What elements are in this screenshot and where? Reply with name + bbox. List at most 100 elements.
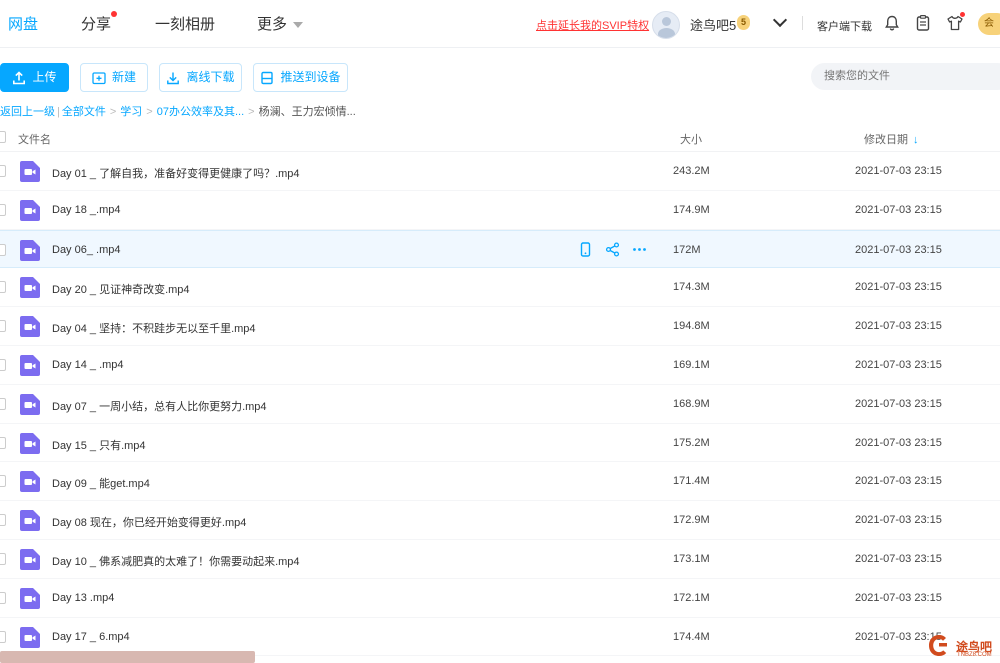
row-checkbox[interactable] — [0, 165, 6, 177]
file-name[interactable]: Day 14 _ .mp4 — [52, 359, 124, 371]
download-icon — [167, 72, 180, 84]
column-header-size[interactable]: 大小 — [680, 131, 702, 147]
file-name[interactable]: Day 09 _ 能get.mp4 — [52, 475, 150, 491]
row-checkbox[interactable] — [0, 320, 6, 333]
divider — [802, 16, 803, 30]
breadcrumb-separator: | — [57, 106, 60, 118]
offline-download-label: 离线下载 — [186, 70, 235, 84]
row-checkbox[interactable] — [0, 475, 6, 488]
nav-tab-netdisk[interactable]: 网盘 — [8, 13, 38, 34]
table-row[interactable]: Day 14 _ .mp4 169.1M 2021-07-03 23:15 — [0, 346, 1000, 385]
row-checkbox[interactable] — [0, 552, 6, 565]
file-size: 172M — [673, 243, 701, 256]
breadcrumb-item[interactable]: 学习 — [120, 106, 142, 118]
file-name[interactable]: Day 17 _ 6.mp4 — [52, 631, 130, 643]
phone-push-icon[interactable] — [578, 241, 593, 257]
file-date: 2021-07-03 23:15 — [855, 475, 942, 488]
file-size: 172.9M — [673, 514, 710, 527]
bell-icon[interactable] — [883, 14, 901, 32]
table-row[interactable]: Day 15 _ 只有.mp4 175.2M 2021-07-03 23:15 — [0, 424, 1000, 463]
video-file-icon — [20, 626, 40, 648]
new-folder-label: 新建 — [111, 70, 136, 84]
table-row[interactable]: Day 08 现在，你已经开始变得更好.mp4 172.9M 2021-07-0… — [0, 501, 1000, 540]
push-to-device-label: 推送到设备 — [280, 70, 341, 84]
row-checkbox[interactable] — [0, 243, 6, 256]
column-header-date-label: 修改日期 — [864, 134, 908, 146]
row-checkbox[interactable] — [0, 358, 6, 371]
client-download-link[interactable]: 客户端下载 — [817, 18, 872, 34]
select-all-checkbox[interactable] — [0, 131, 6, 143]
file-size: 175.2M — [673, 436, 710, 449]
file-size: 172.1M — [673, 591, 710, 604]
breadcrumb-separator: > — [146, 106, 153, 118]
file-name[interactable]: Day 20 _ 见证神奇改变.mp4 — [52, 281, 190, 297]
table-row[interactable]: Day 09 _ 能get.mp4 171.4M 2021-07-03 23:1… — [0, 462, 1000, 502]
breadcrumb-back[interactable]: 返回上一级 — [0, 106, 55, 118]
column-header-name[interactable]: 文件名 — [18, 131, 51, 147]
video-file-icon — [20, 587, 40, 609]
table-row[interactable]: Day 04 _ 坚持：不积跬步无以至千里.mp4 194.8M 2021-07… — [0, 307, 1000, 346]
push-to-device-button[interactable]: 推送到设备 — [253, 63, 348, 92]
file-name[interactable]: Day 08 现在，你已经开始变得更好.mp4 — [52, 514, 246, 530]
nav-tab-album[interactable]: 一刻相册 — [155, 13, 215, 34]
more-options-icon[interactable] — [632, 242, 647, 257]
table-row[interactable]: Day 20 _ 见证神奇改变.mp4 174.3M 2021-07-03 23… — [0, 268, 1000, 308]
file-date: 2021-07-03 23:15 — [855, 358, 942, 371]
table-row[interactable]: Day 06_ .mp4 172M 2021-07-03 23:15 — [0, 229, 1000, 269]
column-header-date[interactable]: 修改日期 ↓ — [864, 131, 919, 147]
device-icon — [261, 71, 274, 84]
table-row[interactable]: Day 07 _ 一周小结，总有人比你更努力.mp4 168.9M 2021-0… — [0, 385, 1000, 424]
row-checkbox[interactable] — [0, 397, 6, 410]
file-name[interactable]: Day 13 .mp4 — [52, 592, 114, 604]
video-file-icon — [20, 548, 40, 570]
file-size: 174.9M — [673, 203, 710, 216]
file-name[interactable]: Day 06_ .mp4 — [52, 244, 120, 256]
share-icon[interactable] — [605, 242, 620, 257]
table-row[interactable]: Day 13 .mp4 172.1M 2021-07-03 23:15 — [0, 579, 1000, 618]
chevron-down-icon[interactable] — [772, 12, 788, 28]
file-size: 169.1M — [673, 358, 710, 371]
file-date: 2021-07-03 23:15 — [855, 397, 942, 410]
avatar[interactable] — [652, 11, 680, 39]
video-file-icon — [20, 161, 40, 182]
row-checkbox[interactable] — [0, 281, 6, 294]
row-checkbox[interactable] — [0, 514, 6, 527]
svip-renew-link[interactable]: 点击延长我的SVIP特权 — [536, 17, 649, 33]
username[interactable]: 途鸟吧5 — [690, 15, 736, 34]
table-row[interactable]: Day 01 _ 了解自我，准备好变得更健康了吗？.mp4 243.2M 202… — [0, 152, 1000, 191]
row-checkbox[interactable] — [0, 630, 6, 643]
member-chip[interactable]: 会 — [978, 13, 1000, 35]
clipboard-icon[interactable] — [914, 14, 932, 32]
table-row[interactable]: Day 18 _.mp4 174.9M 2021-07-03 23:15 — [0, 191, 1000, 230]
nav-tab-more[interactable]: 更多 — [257, 13, 304, 34]
file-date: 2021-07-03 23:15 — [855, 243, 942, 256]
breadcrumb-separator: > — [109, 106, 117, 118]
breadcrumb-item[interactable]: 全部文件 — [62, 106, 106, 118]
upload-button[interactable]: 上传 — [0, 63, 69, 92]
offline-download-button[interactable]: 离线下载 — [159, 63, 242, 92]
row-checkbox[interactable] — [0, 436, 6, 449]
file-date: 2021-07-03 23:15 — [855, 552, 942, 565]
file-name[interactable]: Day 01 _ 了解自我，准备好变得更健康了吗？.mp4 — [52, 165, 300, 181]
breadcrumb: 返回上一级 | 全部文件 > 学习 >07办公效率及其... > 杨澜、王力宏倾情... — [0, 103, 356, 119]
nav-tab-share-label: 分享 — [81, 16, 112, 33]
row-checkbox[interactable] — [0, 591, 6, 604]
file-name[interactable]: Day 15 _ 只有.mp4 — [52, 437, 146, 453]
table-row[interactable]: Day 10 _ 佛系减肥真的太难了！你需要动起来.mp4 173.1M 202… — [0, 540, 1000, 579]
nav-tab-share[interactable]: 分享 — [81, 11, 118, 34]
file-date: 2021-07-03 23:15 — [855, 165, 942, 177]
file-name[interactable]: Day 18 _.mp4 — [52, 204, 120, 216]
search-input[interactable] — [811, 63, 1000, 90]
new-folder-button[interactable]: 新建 — [80, 63, 148, 92]
file-list: Day 01 _ 了解自我，准备好变得更健康了吗？.mp4 243.2M 202… — [0, 152, 1000, 657]
row-checkbox[interactable] — [0, 203, 6, 216]
sort-down-icon[interactable]: ↓ — [913, 134, 919, 146]
file-name[interactable]: Day 07 _ 一周小结，总有人比你更努力.mp4 — [52, 398, 267, 414]
breadcrumb-item[interactable]: 07办公效率及其... — [157, 106, 244, 118]
video-file-icon — [20, 471, 40, 493]
bottom-scrollbar[interactable] — [0, 651, 255, 663]
file-name[interactable]: Day 10 _ 佛系减肥真的太难了！你需要动起来.mp4 — [52, 553, 300, 569]
file-name[interactable]: Day 04 _ 坚持：不积跬步无以至千里.mp4 — [52, 320, 256, 336]
breadcrumb-current: 杨澜、王力宏倾情... — [258, 106, 356, 118]
breadcrumb-separator: > — [248, 106, 255, 118]
